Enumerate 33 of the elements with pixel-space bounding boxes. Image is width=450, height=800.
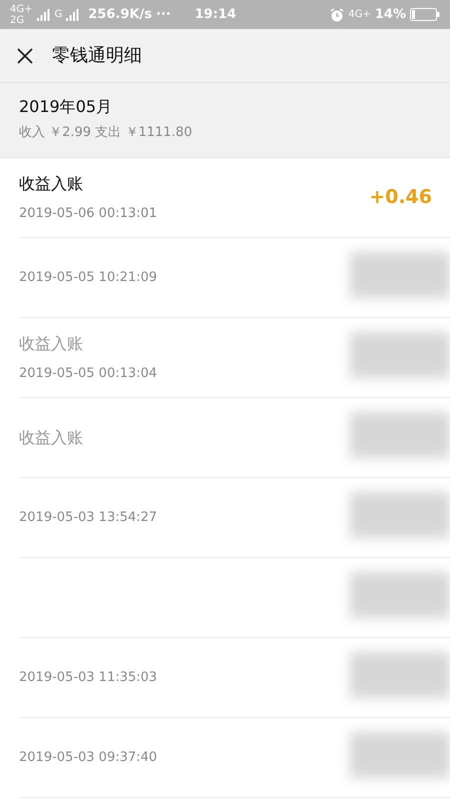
transaction-row[interactable]: 收益入账 2019-05-06 00:13:01 +0.46	[19, 158, 450, 238]
signal-icon	[36, 8, 50, 20]
transaction-time: 2019-05-06 00:13:01	[19, 204, 158, 223]
transaction-title: 收益入账	[19, 426, 83, 448]
transaction-title: 收益入账	[19, 172, 84, 195]
transaction-row[interactable]: 2019-05-03 11:35:03	[19, 638, 450, 718]
network-speed: 256.9K/s	[88, 6, 152, 24]
network-label: 4G+	[348, 9, 371, 20]
battery-percent: 14%	[374, 6, 406, 24]
transaction-time: 2019-05-03 13:54:27	[19, 508, 158, 527]
transaction-row[interactable]: 收益入账 2019-05-05 00:13:04	[19, 318, 450, 398]
month-title: 2019年05月	[19, 96, 114, 118]
month-summary: 收入 ￥2.99 支出 ￥1111.80	[19, 124, 194, 142]
transaction-time: 2019-05-03 11:35:03	[19, 668, 158, 687]
network-label: 2G	[10, 14, 26, 26]
transaction-time: 2019-05-03 09:37:40	[19, 748, 158, 767]
network-label: G	[54, 9, 62, 20]
network-label: 4G+	[10, 4, 32, 14]
page-title: 零钱通明细	[52, 44, 142, 68]
transaction-amount: +0.46	[369, 185, 432, 210]
transaction-row[interactable]: 2019-05-03 09:37:40	[19, 718, 450, 798]
transaction-time: 2019-05-05 00:13:04	[19, 364, 158, 383]
transaction-row[interactable]: 收益入账	[19, 398, 450, 478]
transaction-title: 收益入账	[19, 332, 84, 355]
close-icon	[16, 46, 34, 64]
alarm-icon	[330, 8, 344, 22]
transaction-time: 2019-05-05 10:21:09	[19, 268, 158, 287]
battery-icon	[410, 8, 440, 21]
clock-time: 19:14	[194, 6, 236, 24]
transaction-row[interactable]: 2019-05-03 13:54:27	[19, 478, 450, 558]
transaction-row[interactable]: 2019-05-05 10:21:09	[19, 238, 450, 318]
more-indicator: ···	[156, 6, 171, 24]
signal-icon	[66, 8, 80, 20]
